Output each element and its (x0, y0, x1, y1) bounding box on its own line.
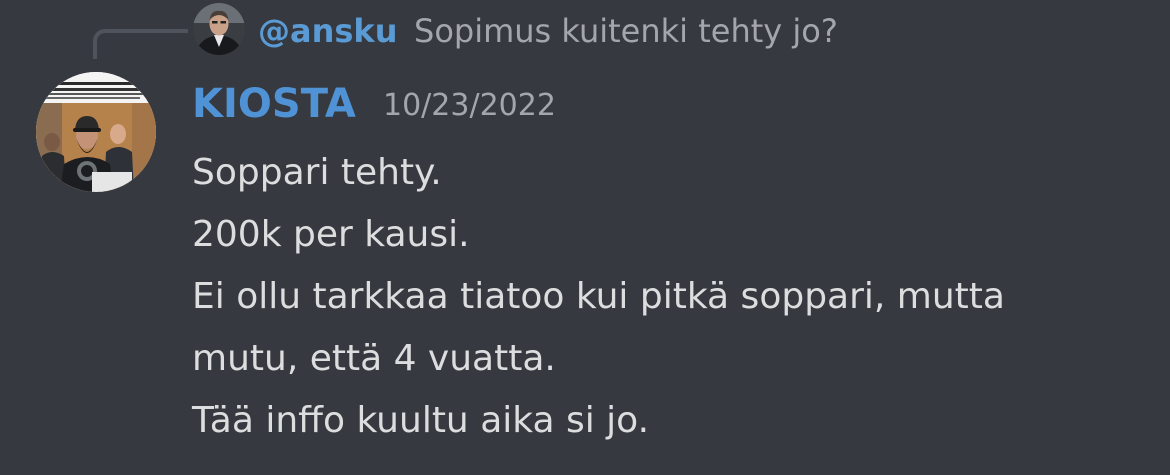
message-timestamp: 10/23/2022 (383, 88, 556, 123)
avatar-photo-icon (36, 72, 156, 192)
message-line: Tää inffo kuultu aika si jo. (192, 400, 650, 441)
message-line: Ei ollu tarkkaa tiatoo kui pitkä soppari… (192, 276, 1005, 317)
message-line: mutu, että 4 vuatta. (192, 338, 556, 379)
reply-author-mention[interactable]: @ansku (258, 9, 397, 53)
reply-preview-text[interactable]: Sopimus kuitenki tehty jo? (414, 9, 838, 53)
message-content: Soppari tehty. 200k per kausi. Ei ollu t… (192, 142, 1142, 452)
message-line: Soppari tehty. (192, 152, 442, 193)
reply-avatar[interactable] (193, 3, 245, 55)
avatar[interactable] (36, 72, 156, 192)
reply-avatar-photo-icon (193, 3, 245, 55)
reply-spine (93, 29, 188, 59)
message-author[interactable]: KIOSTA (192, 80, 356, 128)
message-line: 200k per kausi. (192, 214, 470, 255)
